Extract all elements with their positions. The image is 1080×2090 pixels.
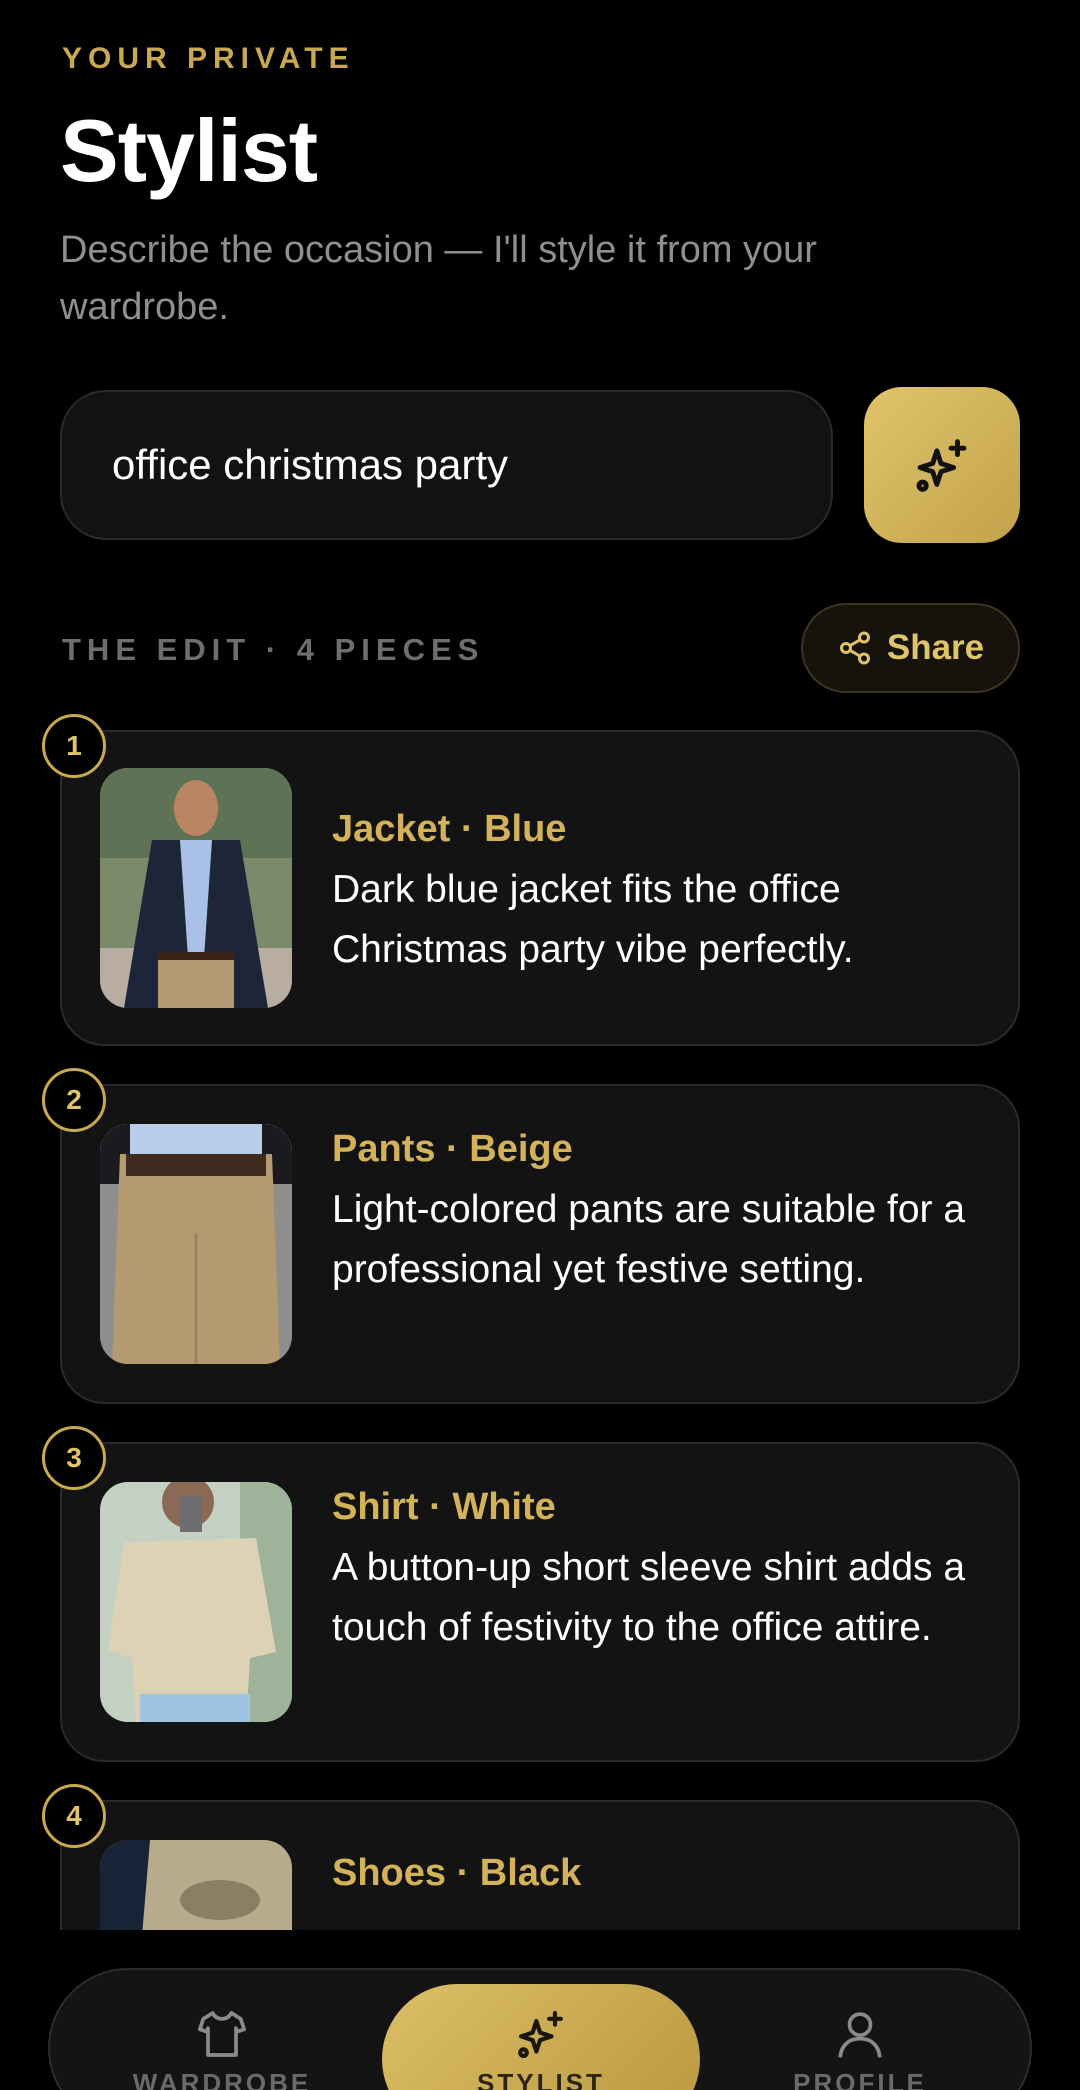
style-me-button[interactable] — [864, 387, 1020, 543]
item-description: A button-up short sleeve shirt adds a to… — [332, 1546, 966, 1649]
share-icon — [839, 631, 870, 665]
occasion-input-value: office christmas party — [112, 441, 509, 488]
item-number-badge: 1 — [42, 714, 106, 778]
jacket-thumbnail — [100, 768, 292, 1008]
shoes-thumbnail — [100, 1840, 292, 1930]
shirt-thumbnail — [100, 1482, 292, 1722]
outfit-list[interactable]: Jacket · Blue Dark blue jacket fits the … — [0, 700, 1080, 1930]
user-icon — [838, 2012, 882, 2058]
share-button[interactable]: Share — [801, 603, 1020, 693]
edit-count-label: THE EDIT · 4 PIECES — [62, 632, 485, 667]
outfit-card-jacket[interactable]: Jacket · Blue Dark blue jacket fits the … — [60, 730, 1020, 1046]
eyebrow-label: YOUR PRIVATE — [62, 42, 355, 75]
nav-label-wardrobe: WARDROBE — [132, 2068, 312, 2090]
share-button-label: Share — [886, 628, 985, 667]
item-title: Shirt · White — [332, 1486, 556, 1528]
nav-label-profile: PROFILE — [793, 2068, 927, 2090]
pants-thumbnail — [100, 1124, 292, 1364]
shirt-icon — [197, 2011, 247, 2057]
item-description: Light-colored pants are suitable for a p… — [332, 1188, 966, 1291]
page-title: Stylist — [60, 101, 318, 200]
occasion-input[interactable]: office christmas party — [60, 390, 833, 540]
sparkles-icon — [518, 2010, 563, 2059]
item-description: Dark blue jacket fits the office Christm… — [332, 868, 854, 971]
page-subtitle: Describe the occasion — I'll style it fr… — [60, 229, 817, 328]
outfit-card-shoes[interactable]: Shoes · Black — [60, 1800, 1020, 1930]
nav-label-stylist: STYLIST — [477, 2068, 605, 2090]
item-title: Jacket · Blue — [332, 808, 567, 850]
outfit-card-shirt[interactable]: Shirt · White A button-up short sleeve s… — [60, 1442, 1020, 1762]
item-title: Pants · Beige — [332, 1128, 573, 1170]
outfit-card-pants[interactable]: Pants · Beige Light-colored pants are su… — [60, 1084, 1020, 1404]
item-number-badge: 2 — [42, 1068, 106, 1132]
nav-item-stylist[interactable]: STYLIST — [382, 1984, 700, 2090]
item-number-badge: 4 — [42, 1784, 106, 1848]
item-title: Shoes · Black — [332, 1852, 582, 1894]
item-number-badge: 3 — [42, 1426, 106, 1490]
sparkles-icon — [916, 439, 967, 492]
nav-item-wardrobe[interactable]: WARDROBE — [122, 1970, 322, 2090]
nav-item-profile[interactable]: PROFILE — [760, 1970, 960, 2090]
bottom-nav: WARDROBE STYLIST PROFILE — [48, 1968, 1032, 2090]
